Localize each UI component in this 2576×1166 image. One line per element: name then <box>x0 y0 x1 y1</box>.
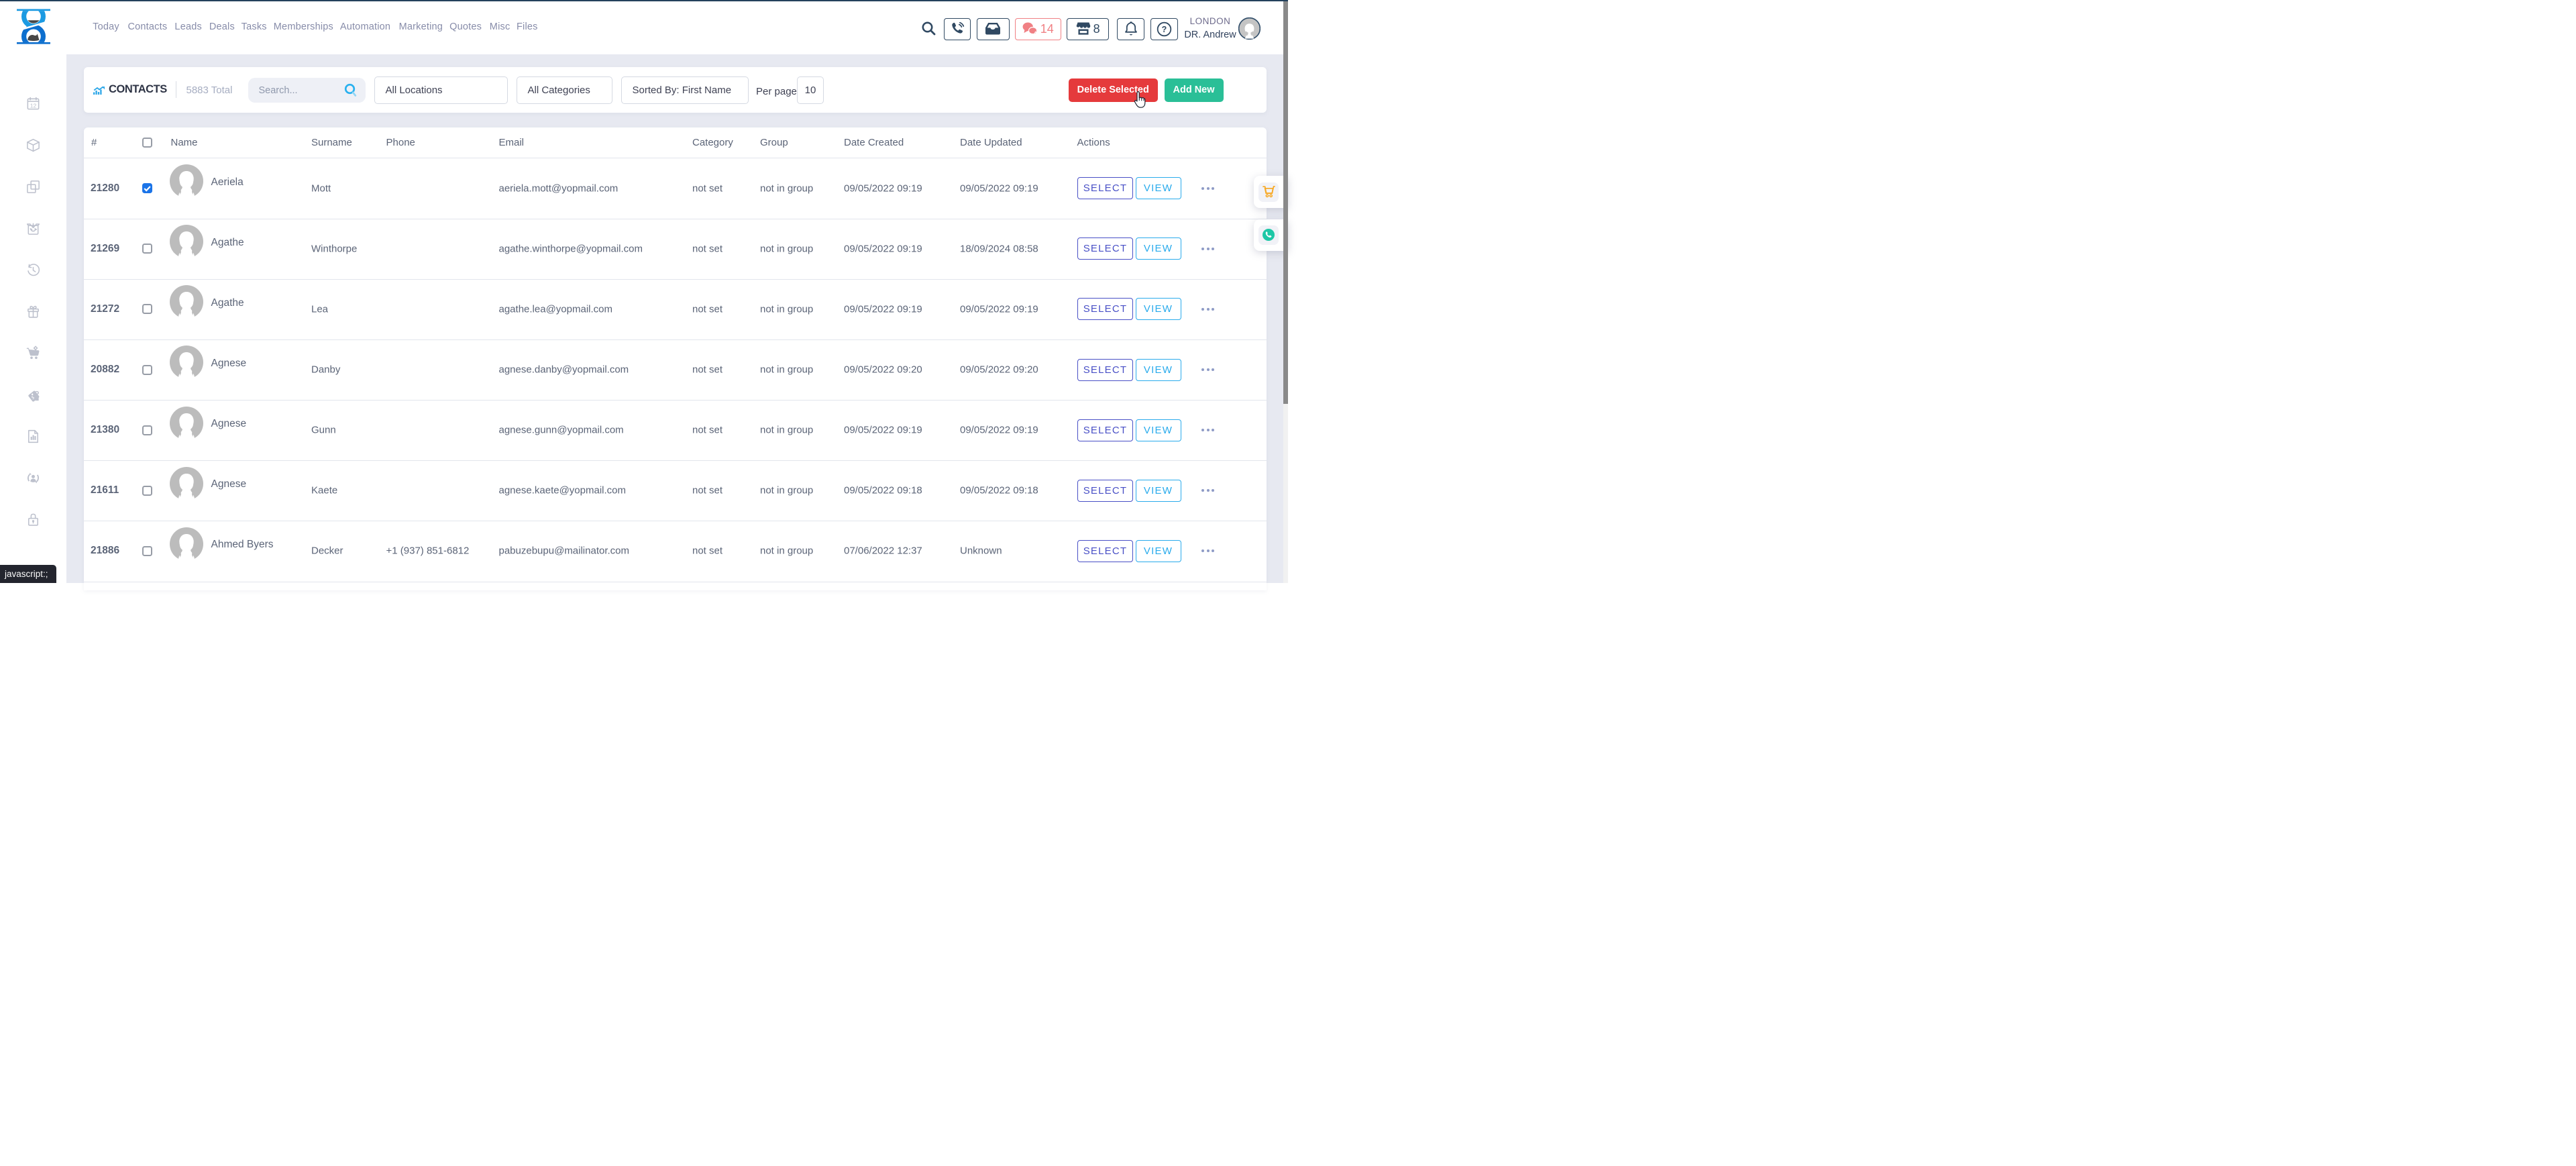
svg-text:12: 12 <box>30 102 37 109</box>
svg-text:?: ? <box>1162 25 1167 34</box>
